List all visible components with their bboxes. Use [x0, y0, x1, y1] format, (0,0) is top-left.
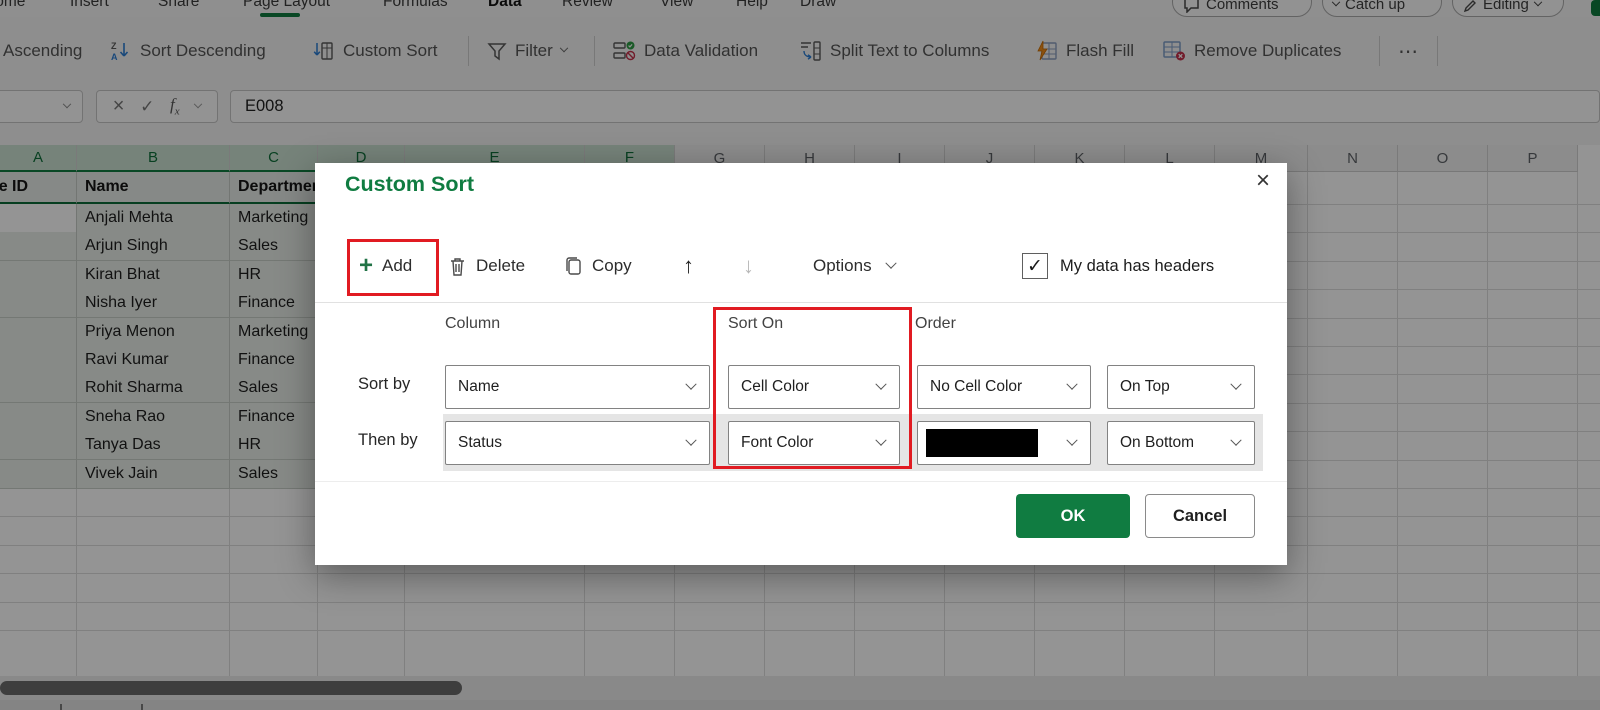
ok-button[interactable]: OK	[1016, 494, 1130, 538]
dropdown-value: Cell Color	[741, 378, 809, 396]
dropdown-value: Name	[458, 378, 499, 396]
copy-icon	[564, 256, 583, 277]
dropdown-value: No Cell Color	[930, 378, 1022, 396]
trash-icon	[448, 256, 467, 277]
then-by-color-dropdown[interactable]	[917, 421, 1091, 465]
chevron-down-icon	[685, 379, 696, 390]
chevron-down-icon	[1230, 435, 1241, 446]
excel-web-app: Home Insert Share Page Layout Formulas D…	[0, 0, 1600, 710]
copy-level-button[interactable]: Copy	[564, 242, 632, 290]
footer-divider	[315, 481, 1287, 482]
dialog-title: Custom Sort	[345, 172, 474, 197]
checkmark-icon: ✓	[1027, 255, 1043, 278]
move-up-button[interactable]: ↑	[683, 242, 694, 290]
chevron-down-icon	[1066, 379, 1077, 390]
options-label: Options	[813, 256, 872, 276]
chevron-down-icon	[685, 435, 696, 446]
sort-by-column-dropdown[interactable]: Name	[445, 365, 710, 409]
order-header-label: Order	[915, 315, 956, 333]
then-by-label: Then by	[358, 431, 418, 450]
dialog-divider	[315, 302, 1287, 303]
options-button[interactable]: Options	[813, 242, 895, 290]
delete-level-button[interactable]: Delete	[448, 242, 525, 290]
column-header-label: Column	[445, 315, 500, 333]
copy-label: Copy	[592, 256, 632, 276]
options-chevron-icon	[885, 258, 896, 269]
arrow-up-icon: ↑	[683, 253, 694, 279]
plus-icon: +	[359, 254, 373, 278]
dropdown-value: On Bottom	[1120, 434, 1194, 452]
sort-by-color-dropdown[interactable]: No Cell Color	[917, 365, 1091, 409]
then-by-column-dropdown[interactable]: Status	[445, 421, 710, 465]
chevron-down-icon	[875, 435, 886, 446]
then-by-sort-on-dropdown[interactable]: Font Color	[728, 421, 900, 465]
chevron-down-icon	[1066, 435, 1077, 446]
cancel-button[interactable]: Cancel	[1145, 494, 1255, 538]
add-level-button[interactable]: + Add	[359, 242, 412, 290]
chevron-down-icon	[875, 379, 886, 390]
headers-checkbox-label: My data has headers	[1060, 257, 1214, 276]
font-color-swatch	[926, 429, 1038, 457]
move-down-button[interactable]: ↓	[743, 242, 754, 290]
sort-by-label: Sort by	[358, 375, 410, 394]
dropdown-value: Status	[458, 434, 502, 452]
dropdown-value: Font Color	[741, 434, 813, 452]
then-by-position-dropdown[interactable]: On Bottom	[1107, 421, 1255, 465]
dropdown-value: On Top	[1120, 378, 1170, 396]
chevron-down-icon	[1230, 379, 1241, 390]
add-label: Add	[382, 256, 412, 276]
sort-on-header-label: Sort On	[728, 315, 783, 333]
arrow-down-icon: ↓	[743, 253, 754, 279]
custom-sort-dialog: Custom Sort × + Add Delete Copy ↑ ↓ Op	[315, 163, 1287, 565]
sort-by-position-dropdown[interactable]: On Top	[1107, 365, 1255, 409]
close-icon[interactable]: ×	[1243, 163, 1283, 199]
headers-checkbox[interactable]: ✓	[1022, 253, 1048, 279]
sort-by-sort-on-dropdown[interactable]: Cell Color	[728, 365, 900, 409]
delete-label: Delete	[476, 256, 525, 276]
